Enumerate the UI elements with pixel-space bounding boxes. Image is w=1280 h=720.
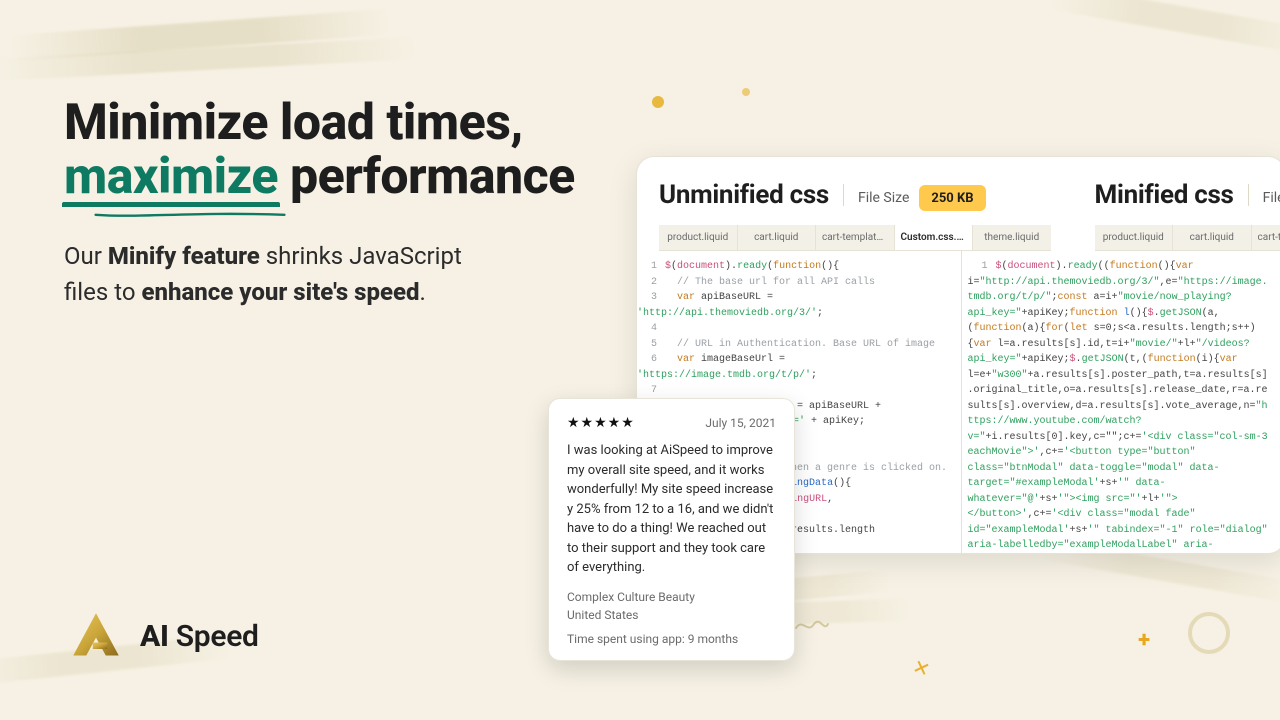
left-tabs: product.liquidcart.liquidcart-template.l… bbox=[659, 225, 1051, 251]
sub-post: . bbox=[420, 278, 426, 306]
review-card: ★★★★★ July 15, 2021 I was looking at AiS… bbox=[548, 398, 795, 661]
arc-icon bbox=[1188, 612, 1230, 654]
star-rating: ★★★★★ bbox=[567, 415, 635, 431]
separator bbox=[1248, 184, 1249, 206]
file-tab[interactable]: product.liquid bbox=[659, 225, 738, 250]
hero: Minimize load times, maximize performanc… bbox=[64, 96, 644, 334]
plus-icon: + bbox=[1138, 628, 1150, 653]
headline-highlight: maximize bbox=[64, 150, 278, 204]
left-title: Unminified css bbox=[659, 180, 829, 210]
headline-rest: performance bbox=[278, 148, 575, 206]
right-title: Minified css bbox=[1095, 180, 1234, 210]
brand-name-bold: AI bbox=[140, 619, 169, 654]
left-size-label: File Size bbox=[858, 190, 909, 206]
file-tab[interactable]: cart-template.liquid bbox=[816, 225, 895, 250]
right-code-pane: 1$(document).ready((function(){var i="ht… bbox=[962, 251, 1280, 553]
dot-icon bbox=[742, 88, 750, 96]
right-meta: File Size 92 KB bbox=[1263, 185, 1280, 211]
review-country: United States bbox=[567, 606, 776, 624]
right-size-label: File Size bbox=[1263, 190, 1280, 206]
headline-line1: Minimize load times, bbox=[64, 94, 523, 152]
headline-highlight-text: maximize bbox=[64, 148, 278, 206]
cross-icon: ✕ bbox=[910, 654, 934, 682]
sub-b1: Minify feature bbox=[108, 242, 260, 270]
panel-right: Minified css File Size 92 KB product.liq… bbox=[1073, 157, 1280, 251]
review-footer: Time spent using app: 9 months bbox=[567, 632, 776, 646]
brush-stroke bbox=[1050, 0, 1280, 54]
brand-name-rest: Speed bbox=[169, 619, 259, 654]
brand-logo-icon bbox=[70, 610, 122, 662]
review-company: Complex Culture Beauty bbox=[567, 588, 776, 606]
review-meta: Complex Culture Beauty United States bbox=[567, 588, 776, 624]
left-size-pill: 250 KB bbox=[919, 185, 985, 211]
headline: Minimize load times, maximize performanc… bbox=[64, 96, 644, 204]
separator bbox=[843, 184, 844, 206]
file-tab[interactable]: cart.liquid bbox=[738, 225, 817, 250]
panel-head: Unminified css File Size 250 KB product.… bbox=[637, 157, 1280, 251]
sub-b2: enhance your site's speed bbox=[141, 278, 419, 306]
file-tab[interactable]: Custom.css.liquid bbox=[895, 225, 974, 250]
right-code: 1$(document).ready((function(){var i="ht… bbox=[962, 259, 1274, 553]
dot-icon bbox=[652, 96, 664, 108]
underline-scribble-icon bbox=[70, 210, 310, 218]
brand-name: AI Speed bbox=[140, 619, 259, 654]
review-body: I was looking at AiSpeed to improve my o… bbox=[567, 441, 776, 578]
swirl-icon bbox=[794, 618, 830, 638]
file-tab[interactable]: product.liquid bbox=[1095, 225, 1174, 250]
sub-pre: Our bbox=[64, 242, 108, 270]
panel-left: Unminified css File Size 250 KB product.… bbox=[637, 157, 1073, 251]
file-tab[interactable]: cart-template.liquid bbox=[1252, 225, 1280, 250]
file-tab[interactable]: theme.liquid bbox=[973, 225, 1051, 250]
review-head: ★★★★★ July 15, 2021 bbox=[567, 415, 776, 431]
file-tab[interactable]: cart.liquid bbox=[1173, 225, 1252, 250]
left-meta: File Size 250 KB bbox=[858, 185, 986, 211]
review-date: July 15, 2021 bbox=[705, 416, 776, 430]
subheadline: Our Minify feature shrinks JavaScript fi… bbox=[64, 238, 504, 310]
brand: AI Speed bbox=[70, 610, 259, 662]
right-tabs: product.liquidcart.liquidcart-template.l… bbox=[1095, 225, 1280, 251]
